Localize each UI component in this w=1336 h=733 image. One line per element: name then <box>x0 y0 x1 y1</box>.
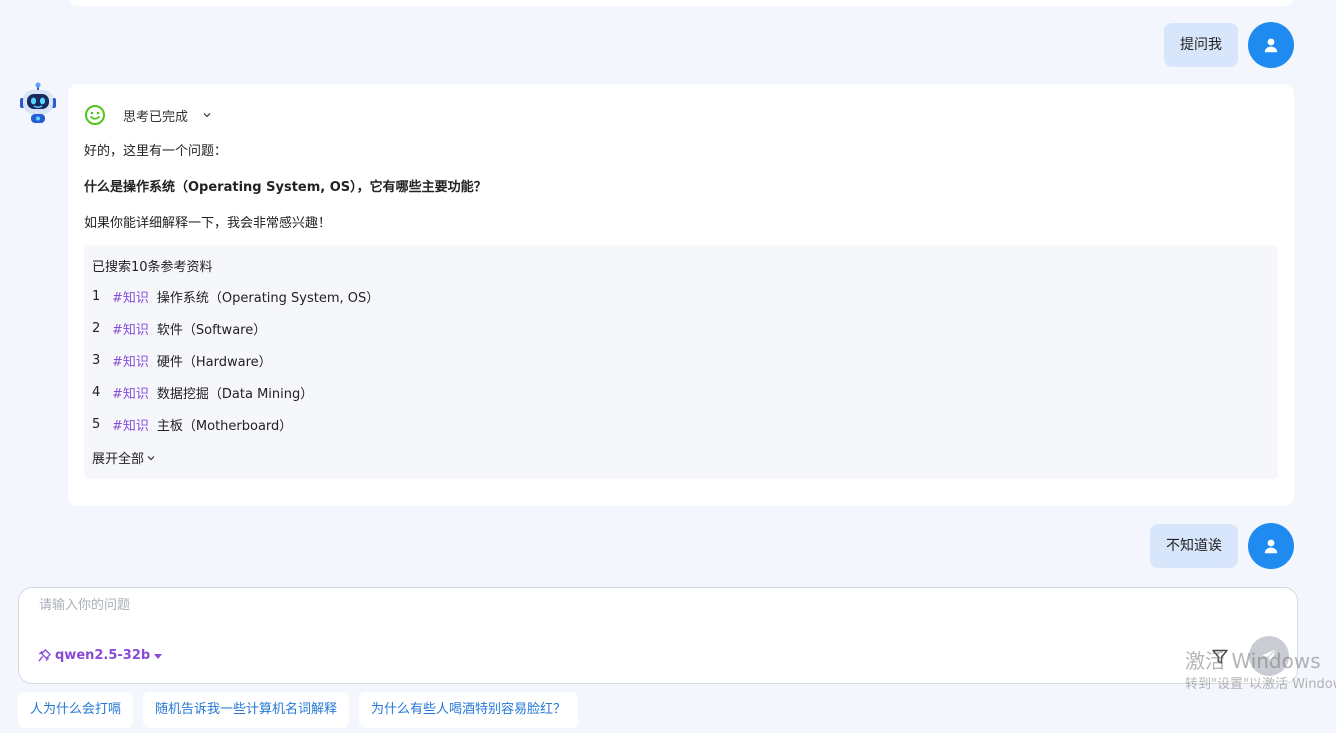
reference-title: 操作系统（Operating System, OS） <box>156 290 380 306</box>
reference-title: 软件（Software） <box>156 322 267 338</box>
suggestion-chip[interactable]: 人为什么会打嗝 <box>18 692 134 728</box>
chat-input-box: qwen2.5-32b <box>18 587 1298 684</box>
reference-number: 4 <box>92 384 101 400</box>
bot-avatar <box>17 82 59 126</box>
user-icon <box>1264 539 1278 554</box>
reference-title: 主板（Motherboard） <box>156 418 293 434</box>
reference-title: 硬件（Hardware） <box>156 354 272 370</box>
reference-number: 1 <box>92 288 101 304</box>
model-selector[interactable]: qwen2.5-32b <box>37 648 163 663</box>
previous-message-card <box>68 0 1294 6</box>
bot-paragraph: 好的，这里有一个问题： <box>84 144 228 159</box>
reference-item[interactable]: 3 #知识 硬件（Hardware） <box>92 350 272 370</box>
suggestion-chip[interactable]: 随机告诉我一些计算机名词解释 <box>143 692 350 728</box>
user-message-bubble: 不知道诶 <box>1150 524 1238 568</box>
user-message-row: 提问我 <box>1164 22 1294 68</box>
model-icon <box>38 649 51 662</box>
reference-number: 3 <box>92 352 101 368</box>
send-icon <box>1262 648 1277 663</box>
reference-tag: #知识 <box>112 386 149 402</box>
reference-number: 2 <box>92 320 101 336</box>
chat-area: 提问我 思考已完成 好的，这里有一个问题： 什么是操作系统（Operating … <box>0 0 1336 585</box>
expand-all-label: 展开全部 <box>92 452 145 467</box>
thinking-status: 思考已完成 <box>123 109 189 125</box>
reference-item[interactable]: 1 #知识 操作系统（Operating System, OS） <box>92 286 379 306</box>
send-button[interactable] <box>1249 636 1289 676</box>
reference-item[interactable]: 5 #知识 主板（Motherboard） <box>92 414 292 434</box>
reference-tag: #知识 <box>112 354 149 370</box>
reference-number: 5 <box>92 416 101 432</box>
reference-tag: #知识 <box>112 418 149 434</box>
question-input[interactable] <box>39 598 1139 613</box>
filter-icon <box>1212 649 1228 664</box>
robot-icon <box>20 82 56 123</box>
user-avatar <box>1248 22 1294 68</box>
user-icon <box>1264 38 1278 53</box>
thinking-toggle[interactable]: 思考已完成 <box>84 104 212 126</box>
chevron-down-icon <box>203 113 211 118</box>
reference-title: 数据挖掘（Data Mining） <box>156 386 314 402</box>
filter-button[interactable] <box>1211 648 1229 666</box>
suggestion-list: 人为什么会打嗝 随机告诉我一些计算机名词解释 为什么有些人喝酒特别容易脸红？ <box>18 692 579 728</box>
reference-item[interactable]: 4 #知识 数据挖掘（Data Mining） <box>92 382 313 402</box>
reference-tag: #知识 <box>112 290 149 306</box>
expand-all-button[interactable]: 展开全部 <box>92 448 156 467</box>
references-panel: 已搜索10条参考资料 1 #知识 操作系统（Operating System, … <box>84 245 1278 479</box>
bot-question: 什么是操作系统（Operating System, OS），它有哪些主要功能？ <box>84 180 487 195</box>
reference-tag: #知识 <box>112 322 149 338</box>
smile-icon <box>85 105 105 125</box>
reference-item[interactable]: 2 #知识 软件（Software） <box>92 318 266 338</box>
caret-down-icon <box>154 653 163 659</box>
bot-paragraph: 如果你能详细解释一下，我会非常感兴趣！ <box>84 216 332 231</box>
references-title: 已搜索10条参考资料 <box>92 260 213 275</box>
user-message-bubble: 提问我 <box>1164 23 1238 67</box>
user-avatar <box>1248 523 1294 569</box>
suggestion-chip[interactable]: 为什么有些人喝酒特别容易脸红？ <box>359 692 579 728</box>
chevron-down-icon <box>147 455 155 460</box>
user-message-row: 不知道诶 <box>1150 523 1294 569</box>
bot-message-card: 思考已完成 好的，这里有一个问题： 什么是操作系统（Operating Syst… <box>68 84 1294 506</box>
model-label: qwen2.5-32b <box>55 648 151 663</box>
